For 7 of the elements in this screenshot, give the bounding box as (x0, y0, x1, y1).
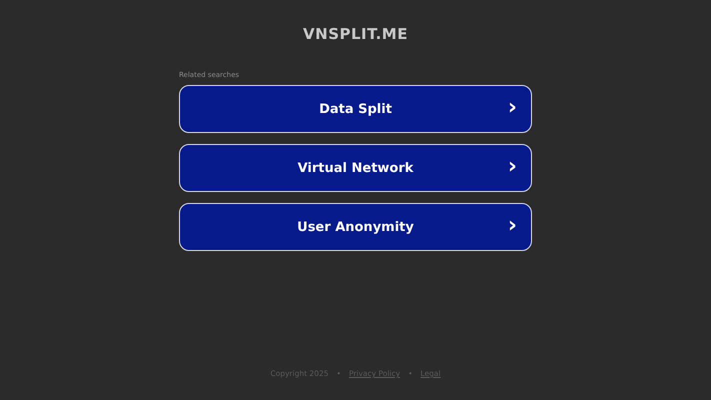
search-link-button[interactable]: Virtual Network › (179, 144, 532, 192)
search-link-button[interactable]: User Anonymity › (179, 203, 532, 251)
site-title: VNSPLIT.ME (303, 25, 408, 43)
search-link-button[interactable]: Data Split › (179, 85, 532, 133)
chevron-icon: › (508, 96, 517, 119)
chevron-icon: › (508, 214, 517, 237)
chevron-icon: › (508, 156, 517, 178)
